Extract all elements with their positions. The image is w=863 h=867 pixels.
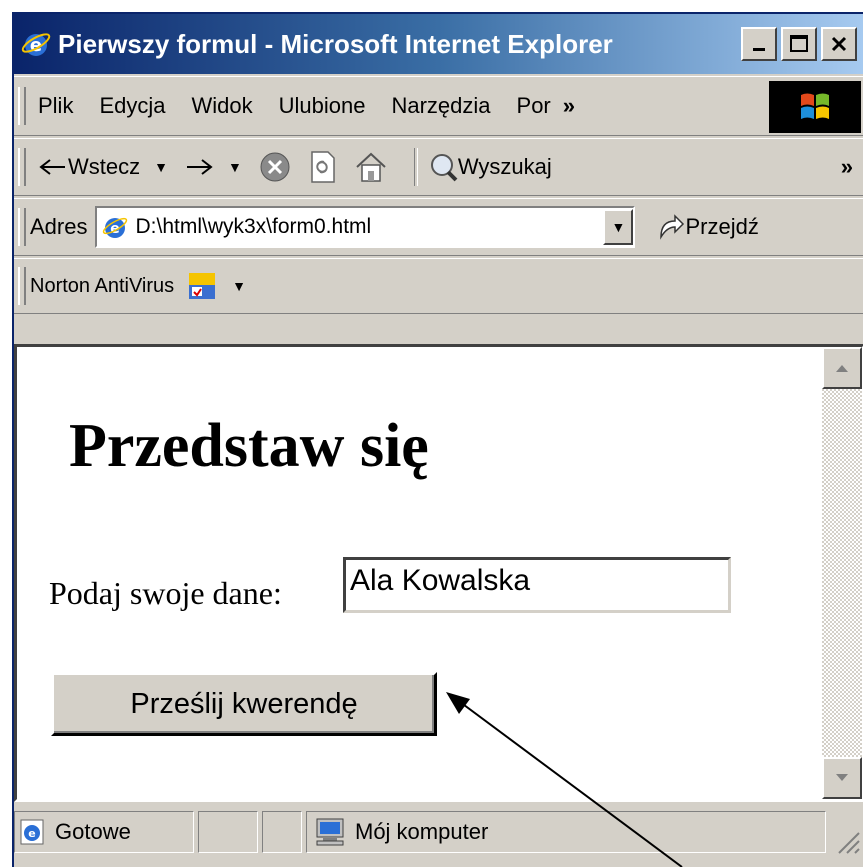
forward-button[interactable]: ▼ <box>184 157 242 177</box>
menu-help[interactable]: Por <box>517 93 551 119</box>
norton-button[interactable]: ▼ <box>186 270 246 302</box>
search-label: Wyszukaj <box>457 154 552 179</box>
go-arrow-icon <box>660 214 685 240</box>
window-controls <box>741 27 857 61</box>
menu-edit[interactable]: Edycja <box>99 93 165 119</box>
toolbar-separator <box>413 148 418 186</box>
standard-toolbar: Wstecz ▼ ▼ Wyszukaj » <box>14 138 863 196</box>
menu-file[interactable]: Plik <box>38 93 73 119</box>
norton-label: Norton AntiVirus <box>30 274 175 297</box>
address-bar: Adres e D:\html\wyk3x\form0.html ▼ Przej… <box>14 198 863 256</box>
title-bar: e Pierwszy formul - Microsoft Internet E… <box>14 14 863 74</box>
window-title: Pierwszy formul - Microsoft Internet Exp… <box>58 28 613 59</box>
back-label: Wstecz <box>68 154 141 179</box>
back-dropdown-icon[interactable]: ▼ <box>154 159 168 175</box>
back-button[interactable]: Wstecz ▼ <box>38 154 168 180</box>
back-arrow-icon <box>39 159 65 175</box>
status-panel-empty <box>262 810 302 853</box>
status-zone-panel: Mój komputer <box>306 810 826 853</box>
status-progress-panel <box>198 810 258 853</box>
stop-icon <box>260 152 290 182</box>
address-field[interactable]: e D:\html\wyk3x\form0.html ▼ <box>95 206 636 248</box>
forward-arrow-icon <box>186 159 213 175</box>
home-icon <box>356 152 386 182</box>
go-button[interactable]: Przejdź <box>655 213 759 241</box>
windows-logo-icon <box>801 93 829 119</box>
maximize-button[interactable] <box>781 27 817 61</box>
refresh-button[interactable] <box>308 150 338 184</box>
minimize-button[interactable] <box>741 27 777 61</box>
close-button[interactable] <box>821 27 857 61</box>
search-button[interactable]: Wyszukaj <box>428 152 552 182</box>
stop-button[interactable] <box>258 150 292 184</box>
page-heading: Przedstaw się <box>69 412 429 480</box>
toolbar-grip[interactable] <box>18 148 26 186</box>
ie-icon: e <box>21 33 51 56</box>
menu-tools[interactable]: Narzędzia <box>391 93 490 119</box>
search-icon <box>430 154 458 182</box>
field-label: Podaj swoje dane: <box>49 575 282 611</box>
close-icon <box>831 36 847 52</box>
refresh-icon <box>311 151 335 183</box>
menu-bar: Plik Edycja Widok Ulubione Narzędzia Por… <box>14 76 863 136</box>
toolbar-overflow-chevron[interactable]: » <box>841 154 853 180</box>
toolbar-grip[interactable] <box>18 267 26 305</box>
status-text: Gotowe <box>55 818 131 844</box>
svg-text:e: e <box>28 827 35 840</box>
status-bar: e Gotowe Mój komputer <box>14 804 863 859</box>
browser-window: e Pierwszy formul - Microsoft Internet E… <box>12 12 863 867</box>
address-dropdown-button[interactable]: ▼ <box>603 209 634 245</box>
vertical-scrollbar[interactable] <box>822 347 862 799</box>
home-button[interactable] <box>354 151 388 183</box>
maximize-icon <box>790 35 808 52</box>
scroll-down-button[interactable] <box>822 757 862 799</box>
page-viewport: Przedstaw się Podaj swoje dane: Ala Kowa… <box>14 344 863 802</box>
computer-icon <box>316 818 344 845</box>
name-input[interactable]: Ala Kowalska <box>343 557 731 613</box>
page-icon: e <box>103 217 128 238</box>
norton-toolbar: Norton AntiVirus ▼ <box>14 258 863 314</box>
menu-favorites[interactable]: Ulubione <box>279 93 366 119</box>
scroll-up-button[interactable] <box>822 347 862 389</box>
minimize-icon <box>753 48 765 51</box>
toolbar-grip[interactable] <box>18 87 26 125</box>
norton-icon <box>189 273 216 299</box>
status-panel: e Gotowe <box>14 810 194 853</box>
norton-dropdown-icon[interactable]: ▼ <box>232 278 246 294</box>
submit-button[interactable]: Prześlij kwerendę <box>51 672 437 736</box>
zone-text: Mój komputer <box>355 818 489 844</box>
page-status-icon: e <box>20 819 44 844</box>
resize-grip-icon[interactable] <box>831 825 861 855</box>
scroll-down-icon <box>836 774 848 781</box>
windows-logo <box>769 81 861 133</box>
go-label: Przejdź <box>685 214 759 239</box>
scroll-up-icon <box>836 365 848 372</box>
forward-dropdown-icon[interactable]: ▼ <box>228 159 242 175</box>
menu-overflow-chevron[interactable]: » <box>563 93 575 119</box>
menu-view[interactable]: Widok <box>192 93 253 119</box>
address-value[interactable]: D:\html\wyk3x\form0.html <box>135 215 603 239</box>
page-content: Przedstaw się Podaj swoje dane: Ala Kowa… <box>17 347 818 799</box>
toolbar-grip[interactable] <box>18 208 26 246</box>
chevron-down-icon: ▼ <box>611 219 626 235</box>
address-label: Adres <box>30 214 88 239</box>
